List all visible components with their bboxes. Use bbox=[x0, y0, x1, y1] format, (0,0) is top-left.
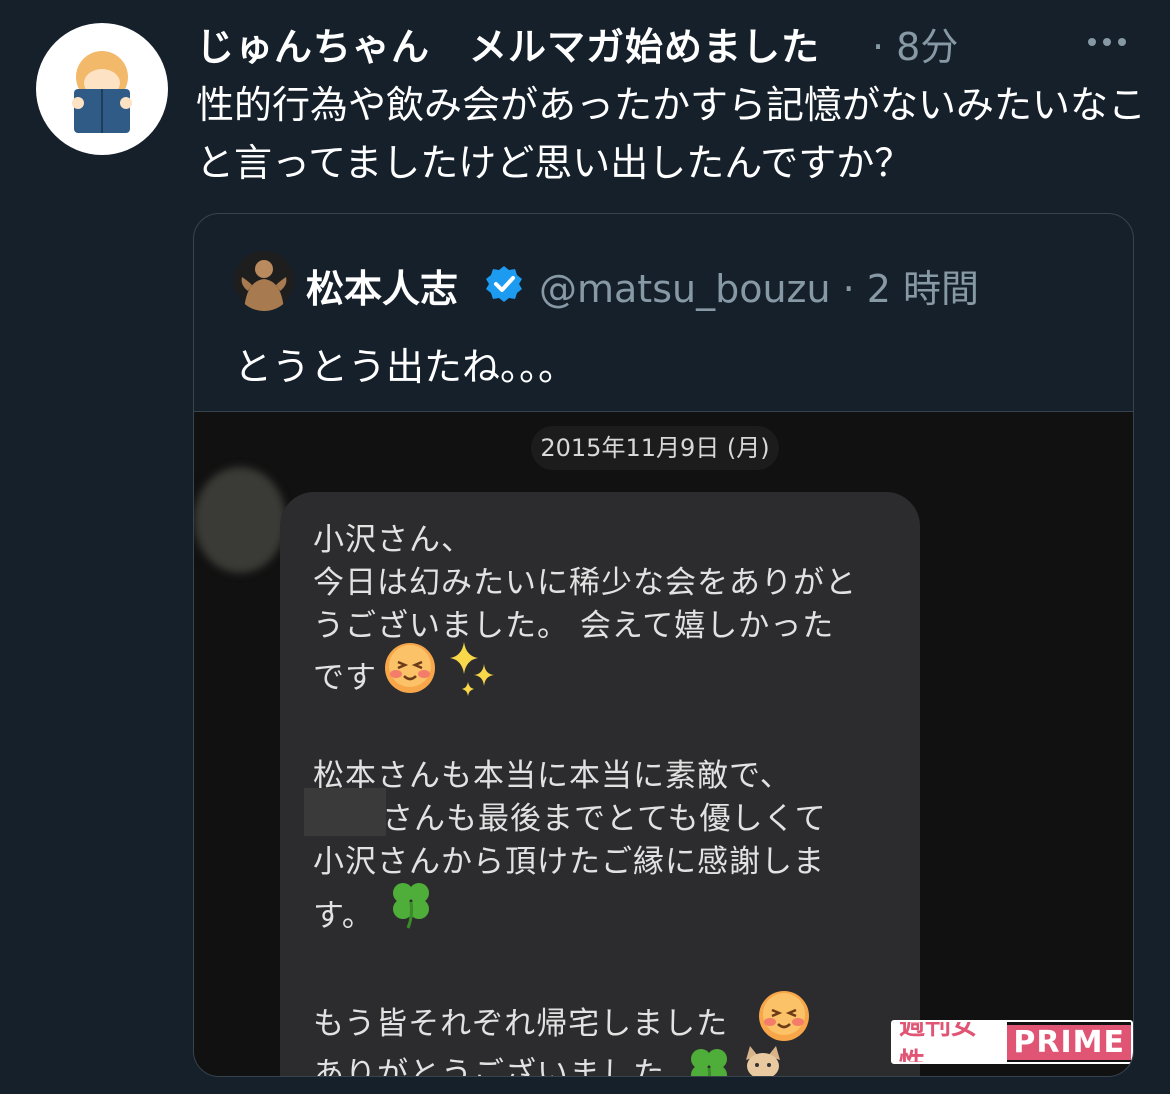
message-line: さんも最後までとても優しくて bbox=[382, 801, 827, 837]
smiling-face-emoji-icon bbox=[385, 643, 435, 693]
blurred-sender-avatar bbox=[194, 467, 286, 573]
tweet-timestamp[interactable]: · 8分 bbox=[872, 16, 958, 71]
reading-girl-icon bbox=[72, 51, 132, 133]
watermark-right-text: PRIME bbox=[1007, 1024, 1131, 1060]
chat-date-pill: 2015年11月9日 (月) bbox=[531, 426, 779, 470]
author-name[interactable]: じゅんちゃん メルマガ始めました bbox=[196, 16, 820, 71]
message-line: 小沢さん、 bbox=[313, 522, 473, 558]
more-horizontal-icon[interactable] bbox=[1082, 24, 1132, 60]
quoted-media-image[interactable]: 2015年11月9日 (月) 小沢さん、 今日は幻みたいに稀少な会をありがと う… bbox=[194, 411, 1133, 1077]
muscle-man-icon bbox=[234, 251, 294, 311]
message-line: 今日は幻みたいに稀少な会をありがと bbox=[313, 565, 857, 601]
author-avatar[interactable] bbox=[36, 23, 168, 155]
message-line: 小沢さんから頂けたご縁に感謝しま bbox=[313, 844, 825, 880]
quoted-tweet-text: とうとう出たね。。。 bbox=[234, 345, 577, 389]
smiling-face-emoji-icon bbox=[759, 991, 809, 1041]
message-line: す。 bbox=[313, 898, 374, 934]
watermark-left-text: 週刊女性 bbox=[893, 1022, 1008, 1062]
four-leaf-clover-emoji-icon bbox=[691, 1049, 727, 1076]
sparkles-emoji-icon bbox=[450, 642, 494, 696]
redacted-name-blur bbox=[304, 788, 386, 836]
quoted-tweet-card[interactable]: 松本人志 @matsu_bouzu · 2 時間 とうとう出たね。。。 2015… bbox=[193, 213, 1134, 1077]
message-line: うございました。 会えて嬉しかった bbox=[313, 608, 835, 644]
message-line: ありがとうございました bbox=[313, 1056, 665, 1077]
quoted-author-avatar[interactable] bbox=[234, 251, 294, 311]
cat-emoji-icon bbox=[746, 1046, 780, 1076]
message-line: もう皆それぞれ帰宅しました bbox=[313, 1006, 729, 1042]
four-leaf-clover-emoji-icon bbox=[393, 883, 429, 929]
quoted-author-name[interactable]: 松本人志 bbox=[306, 258, 458, 313]
message-line: です bbox=[313, 660, 377, 696]
verified-badge-icon bbox=[484, 264, 524, 304]
quoted-handle-time[interactable]: @matsu_bouzu · 2 時間 bbox=[539, 258, 979, 313]
chat-message-bubble: 小沢さん、 今日は幻みたいに稀少な会をありがと うございました。 会えて嬉しかっ… bbox=[280, 492, 920, 1077]
tweet-text: 性的行為や飲み会があったかすら記憶がないみたいなこと言ってましたけど思い出したん… bbox=[196, 83, 1147, 185]
publisher-watermark: 週刊女性 PRIME bbox=[891, 1020, 1133, 1064]
